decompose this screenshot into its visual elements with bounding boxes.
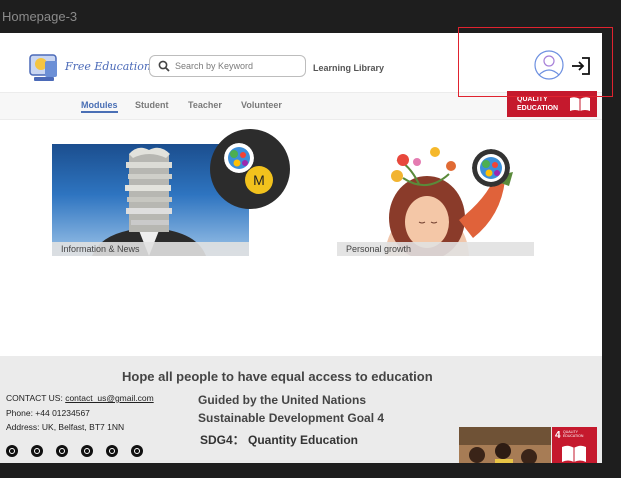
learning-library-link[interactable]: Learning Library <box>313 63 384 73</box>
contact-address: Address: UK, Belfast, BT7 1NN <box>6 422 125 432</box>
frame-title: Homepage-3 <box>2 9 78 24</box>
guide-line-2: Sustainable Development Goal 4 <box>198 411 385 425</box>
book-icon <box>570 97 590 111</box>
selection-highlight <box>458 27 613 97</box>
nav-volunteer[interactable]: Volunteer <box>241 100 282 110</box>
search-input[interactable] <box>175 58 299 74</box>
instagram-icon[interactable] <box>31 444 43 457</box>
facebook-icon[interactable] <box>6 444 18 457</box>
youtube-icon[interactable] <box>81 444 93 457</box>
homepage: Free Education Learning Library Modules … <box>0 33 602 463</box>
contact-email-link[interactable]: contact_us@gmail.com <box>65 393 153 403</box>
quality-education-text: QUALITY EDUCATION <box>517 96 559 112</box>
card-caption: Information & News <box>52 242 249 256</box>
snapchat-icon[interactable] <box>106 444 118 457</box>
sdg4-badge: 4 QUALITY EDUCATION <box>552 427 597 463</box>
nav-modules[interactable]: Modules <box>81 100 118 113</box>
nav-student[interactable]: Student <box>135 100 169 110</box>
search-box[interactable] <box>149 55 306 77</box>
brand-name[interactable]: Free Education <box>65 60 151 73</box>
sdg4-label: SDG4： Quantity Education <box>200 433 359 447</box>
canvas-margin <box>602 33 621 463</box>
world-badge-icon <box>472 149 510 187</box>
book-icon <box>562 445 586 462</box>
social-links <box>6 442 156 460</box>
tiktok-icon[interactable] <box>131 444 143 457</box>
students-photo <box>459 427 551 463</box>
nav-teacher[interactable]: Teacher <box>188 100 222 110</box>
twitter-icon[interactable] <box>56 444 68 457</box>
footer-tagline: Hope all people to have equal access to … <box>122 369 433 384</box>
card-caption: Personal growth <box>337 242 534 256</box>
guide-line-1: Guided by the United Nations <box>198 393 367 407</box>
contact-phone: Phone: +44 01234567 <box>6 408 90 418</box>
footer: Hope all people to have equal access to … <box>0 356 602 463</box>
search-icon[interactable] <box>158 60 170 72</box>
logo-icon[interactable] <box>28 51 62 85</box>
user-initial-avatar[interactable]: M <box>245 166 273 194</box>
contact-us-line: CONTACT US: contact_us@gmail.com <box>6 393 154 403</box>
